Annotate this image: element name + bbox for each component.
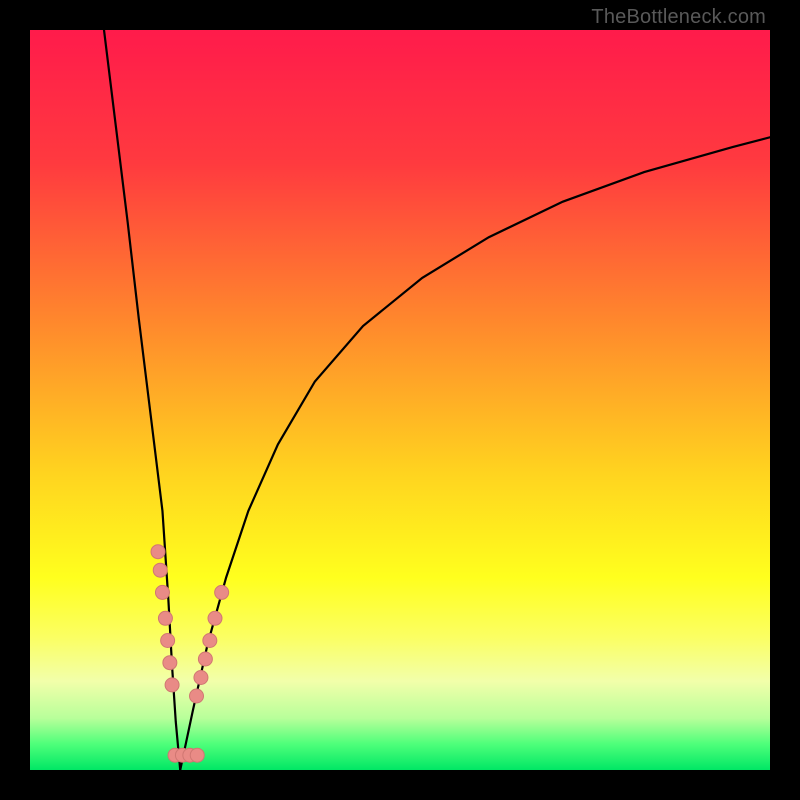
data-marker (153, 563, 167, 577)
data-marker (190, 689, 204, 703)
chart-frame: TheBottleneck.com (0, 0, 800, 800)
plot-area (30, 30, 770, 770)
data-marker (165, 678, 179, 692)
data-marker (190, 748, 204, 762)
gradient-background (30, 30, 770, 770)
watermark-text: TheBottleneck.com (591, 6, 766, 29)
data-marker (203, 634, 217, 648)
data-marker (163, 656, 177, 670)
data-marker (215, 585, 229, 599)
data-marker (158, 611, 172, 625)
chart-svg (30, 30, 770, 770)
data-marker (161, 634, 175, 648)
data-marker (198, 652, 212, 666)
data-marker (208, 611, 222, 625)
data-marker (194, 671, 208, 685)
data-marker (155, 585, 169, 599)
data-marker (151, 545, 165, 559)
